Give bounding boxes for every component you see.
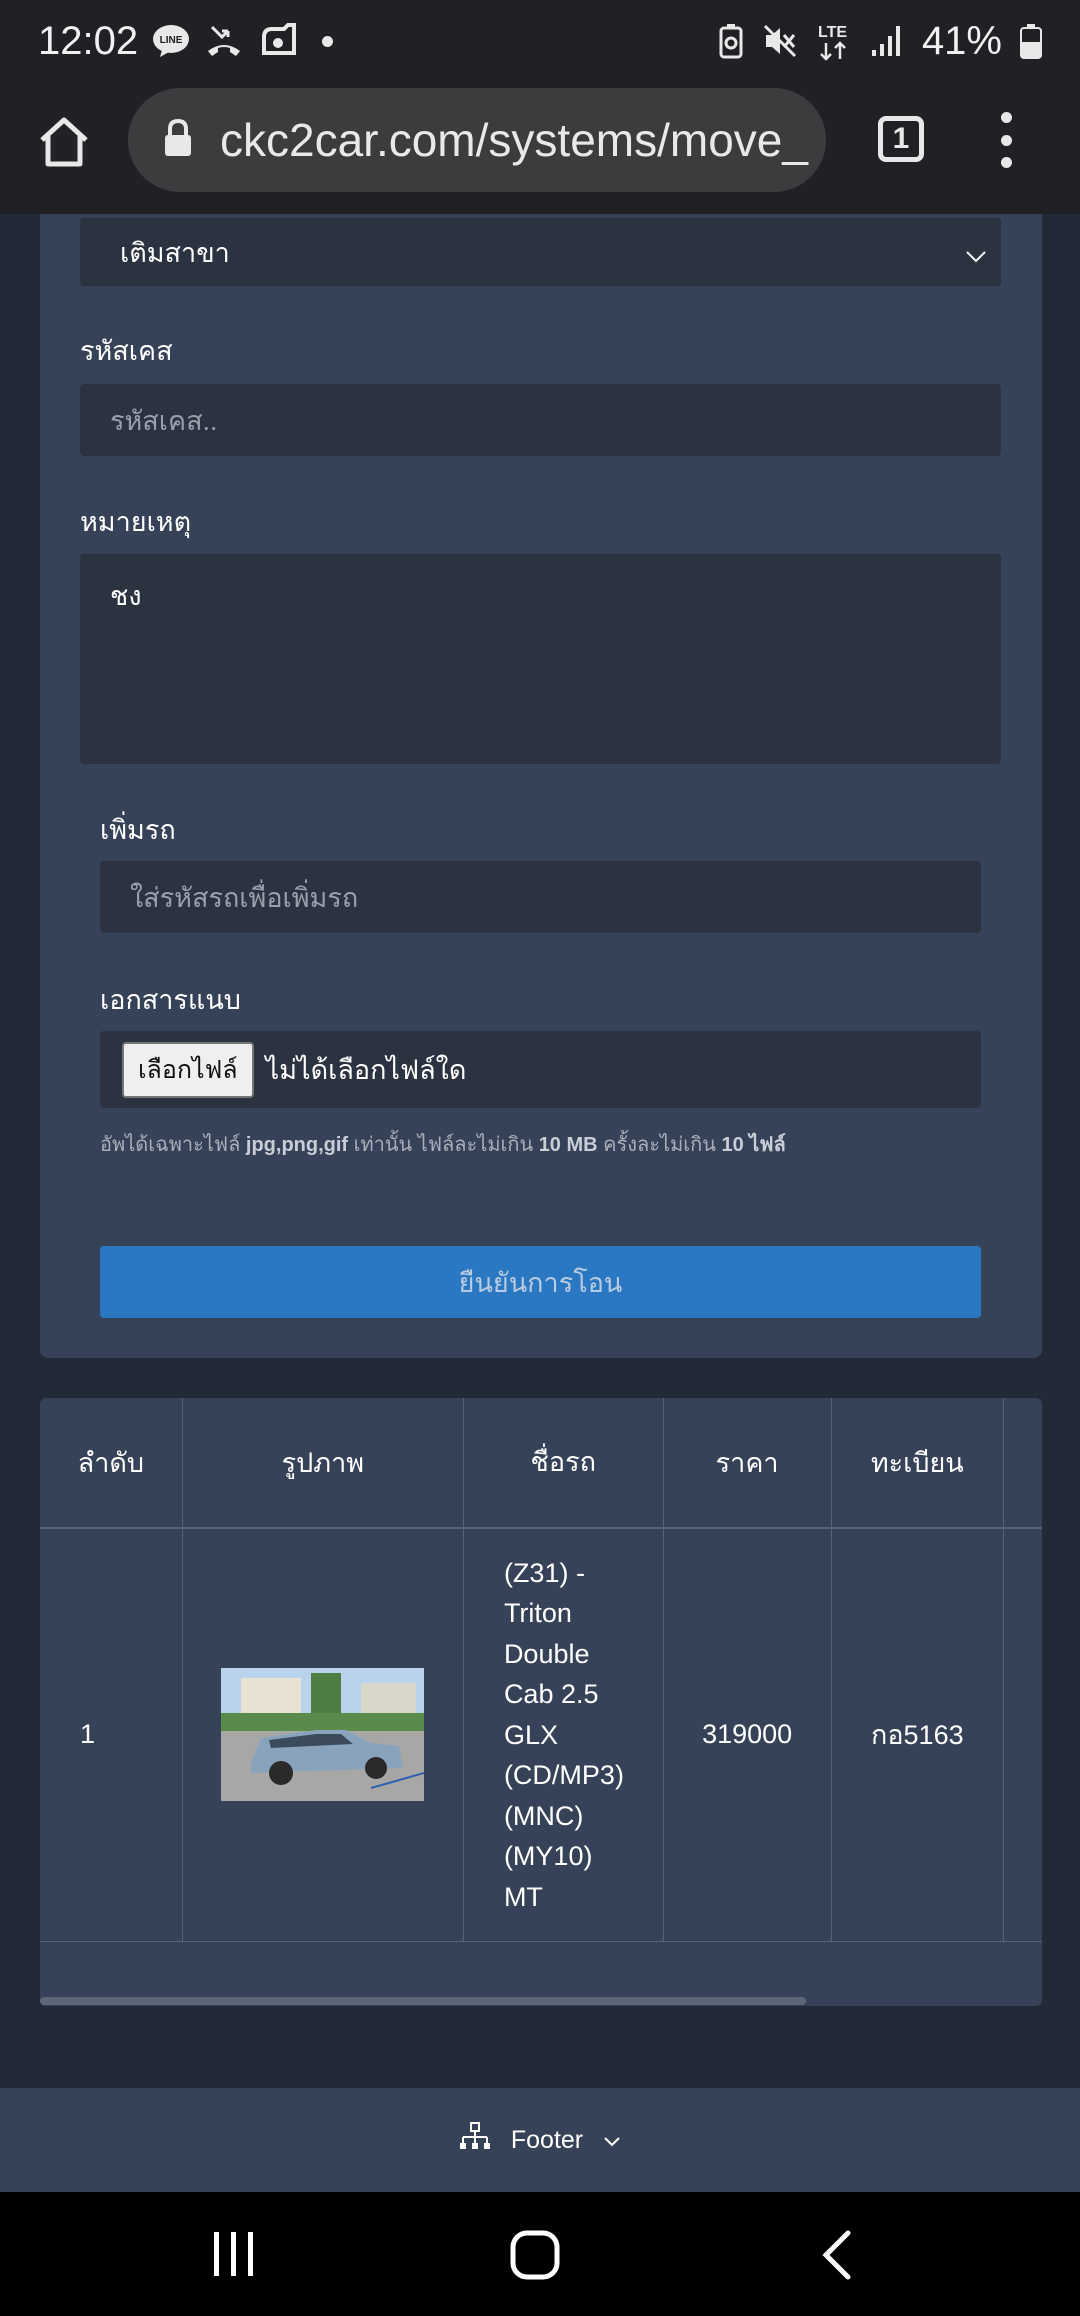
footer-label: Footer (510, 2125, 584, 2154)
attachment-label: เอกสารแนบ (100, 985, 241, 1015)
line-app-icon: LINE (152, 24, 190, 58)
system-nav-bar (0, 2192, 1080, 2316)
browser-toolbar: ckc2car.com/systems/move_ 1 (0, 82, 1080, 214)
mute-icon (762, 23, 798, 59)
recent-apps-icon[interactable] (212, 2230, 256, 2283)
status-bar: 12:02 LINE LTE 41% (0, 0, 1080, 82)
svg-text:LTE: LTE (818, 24, 847, 41)
header-price: ราคา (663, 1398, 832, 1529)
car-name-line: Cab 2.5 (503, 1679, 599, 1709)
car-photo[interactable] (221, 1668, 425, 1802)
footer-toggle[interactable]: Footer (0, 2088, 1080, 2192)
note-label: หมายเหตุ (80, 507, 192, 537)
address-bar[interactable]: ckc2car.com/systems/move_ (128, 88, 826, 192)
add-car-input[interactable]: ใส่รหัสรถเพื่อเพิ่มรถ (100, 861, 981, 933)
car-table: ลำดับ รูปภาพ ชื่อรถ ราคา ทะเบียน 1 (Z31)… (40, 1398, 1042, 1942)
header-no: ลำดับ (40, 1398, 183, 1529)
file-input[interactable]: เลือกไฟล์ ไม่ได้เลือกไฟล์ใด (100, 1031, 981, 1108)
branch-select-value: เติมสาขา (120, 237, 230, 268)
car-table-card: ลำดับ รูปภาพ ชื่อรถ ราคา ทะเบียน 1 (Z31)… (40, 1398, 1042, 2006)
car-name-line: Double (503, 1638, 590, 1669)
add-car-placeholder: ใส่รหัสรถเพื่อเพิ่มรถ (130, 882, 359, 913)
url-text: ckc2car.com/systems/move_ (220, 114, 808, 166)
signal-icon (870, 24, 904, 58)
cell-price: 319000 (663, 1528, 832, 1942)
header-plate: ทะเบียน (831, 1398, 1004, 1529)
car-name-line: MT (503, 1881, 543, 1912)
table-header-row: ลำดับ รูปภาพ ชื่อรถ ราคา ทะเบียน (40, 1398, 1042, 1529)
lock-icon (162, 118, 194, 163)
sitemap-icon (459, 2121, 491, 2160)
add-car-label: เพิ่มรถ (100, 815, 176, 845)
table-horizontal-scrollbar[interactable] (40, 1997, 806, 2005)
cell-car-name: (Z31) - Triton Double Cab 2.5 GLX (CD/MP… (463, 1528, 664, 1942)
cell-image (182, 1528, 464, 1942)
case-code-input[interactable]: รหัสเคส.. (80, 384, 1001, 456)
missed-call-icon (204, 23, 244, 59)
upload-hint: อัพได้เฉพาะไฟล์ jpg,png,gif เท่านั้น ไฟล… (100, 1134, 786, 1156)
header-image: รูปภาพ (182, 1398, 464, 1529)
cell-plate: กอ5163 (831, 1528, 1004, 1942)
notification-app-icon (258, 23, 300, 59)
case-code-label: รหัสเคส (80, 336, 173, 366)
battery-icon (1020, 23, 1042, 59)
car-name-line: GLX (503, 1719, 558, 1750)
svg-text:LINE: LINE (160, 35, 183, 46)
car-name-line: (MY10) (503, 1841, 593, 1871)
car-name-line: (MNC) (503, 1800, 584, 1831)
car-name-line: (CD/MP3) (503, 1760, 624, 1790)
lte-icon: LTE (816, 21, 852, 61)
car-name-line: (Z31) - (503, 1557, 585, 1588)
branch-select[interactable]: เติมสาขา (80, 218, 1001, 286)
header-name: ชื่อรถ (463, 1398, 664, 1529)
transfer-form: เติมสาขา รหัสเคส รหัสเคส.. หมายเหตุ ชง เ… (40, 214, 1042, 1358)
chevron-down-icon (965, 240, 987, 271)
note-value: ชง (110, 581, 142, 611)
case-code-placeholder: รหัสเคส.. (110, 405, 218, 436)
chevron-down-icon (603, 2126, 621, 2155)
choose-file-button[interactable]: เลือกไฟล์ (122, 1041, 254, 1098)
more-notifications-dot (322, 35, 334, 47)
header-overflow (1003, 1398, 1042, 1529)
battery-saver-icon (718, 23, 744, 59)
car-name-line: Triton (503, 1598, 572, 1628)
back-icon[interactable] (820, 2230, 854, 2285)
cell-no: 1 (40, 1528, 183, 1942)
battery-percent: 41% (921, 18, 1002, 63)
home-icon[interactable] (34, 112, 94, 172)
confirm-transfer-button[interactable]: ยืนยันการโอน (100, 1246, 981, 1318)
home-nav-icon[interactable] (510, 2230, 560, 2285)
status-time: 12:02 (38, 18, 139, 63)
cell-overflow (1003, 1528, 1042, 1942)
more-vert-icon[interactable] (994, 112, 1018, 168)
table-row: 1 (Z31) - Triton Double Cab 2.5 GLX (CD/… (40, 1528, 1042, 1942)
note-textarea[interactable]: ชง (80, 554, 1001, 764)
tab-switcher-button[interactable]: 1 (878, 116, 924, 162)
file-status: ไม่ได้เลือกไฟล์ใด (265, 1055, 467, 1085)
